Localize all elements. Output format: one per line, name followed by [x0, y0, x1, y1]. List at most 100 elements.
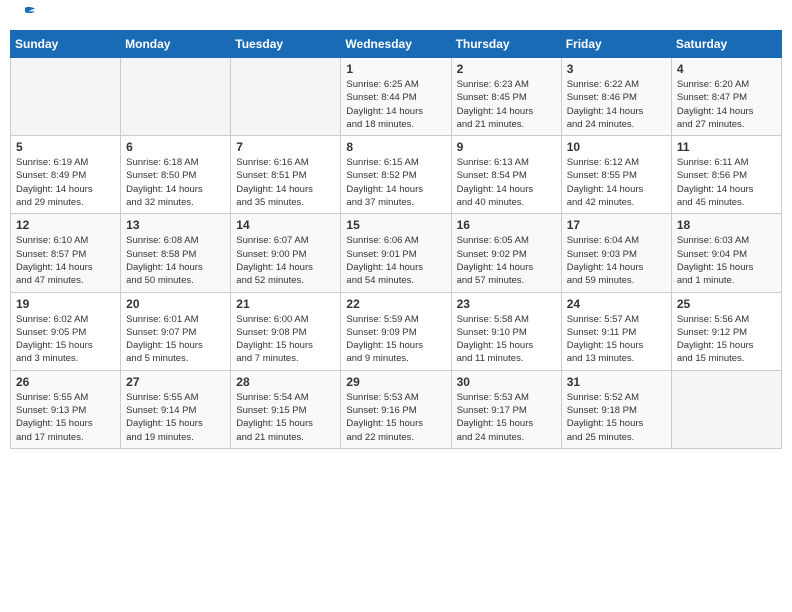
calendar-cell: 26 Sunrise: 5:55 AM Sunset: 9:13 PM Dayli… — [11, 370, 121, 448]
day-number: 1 — [346, 62, 445, 76]
header-cell-wednesday: Wednesday — [341, 31, 451, 58]
calendar-week-row: 19 Sunrise: 6:02 AM Sunset: 9:05 PM Dayli… — [11, 292, 782, 370]
calendar-cell: 5 Sunrise: 6:19 AM Sunset: 8:49 PM Daylig… — [11, 136, 121, 214]
day-number: 24 — [567, 297, 666, 311]
day-number: 29 — [346, 375, 445, 389]
calendar-cell: 3 Sunrise: 6:22 AM Sunset: 8:46 PM Daylig… — [561, 58, 671, 136]
calendar-cell: 8Sunrise: 6:15 AM Sunset: 8:52 PM Daylig… — [341, 136, 451, 214]
day-info: Sunrise: 6:22 AM Sunset: 8:46 PM Dayligh… — [567, 78, 666, 131]
logo-bird-icon — [15, 6, 35, 22]
calendar-cell — [671, 370, 781, 448]
day-number: 3 — [567, 62, 666, 76]
calendar-cell: 6 Sunrise: 6:18 AM Sunset: 8:50 PM Daylig… — [121, 136, 231, 214]
calendar-cell: 2 Sunrise: 6:23 AM Sunset: 8:45 PM Daylig… — [451, 58, 561, 136]
day-info: Sunrise: 6:16 AM Sunset: 8:51 PM Dayligh… — [236, 156, 335, 209]
day-info: Sunrise: 5:57 AM Sunset: 9:11 PM Dayligh… — [567, 313, 666, 366]
day-info: Sunrise: 5:53 AM Sunset: 9:16 PM Dayligh… — [346, 391, 445, 444]
day-number: 8 — [346, 140, 445, 154]
day-number: 13 — [126, 218, 225, 232]
calendar-cell: 25 Sunrise: 5:56 AM Sunset: 9:12 PM Dayli… — [671, 292, 781, 370]
day-info: Sunrise: 6:25 AM Sunset: 8:44 PM Dayligh… — [346, 78, 445, 131]
calendar-cell: 14 Sunrise: 6:07 AM Sunset: 9:00 PM Dayli… — [231, 214, 341, 292]
day-info: Sunrise: 6:08 AM Sunset: 8:58 PM Dayligh… — [126, 234, 225, 287]
day-number: 10 — [567, 140, 666, 154]
calendar-cell: 27 Sunrise: 5:55 AM Sunset: 9:14 PM Dayli… — [121, 370, 231, 448]
calendar-cell: 18 Sunrise: 6:03 AM Sunset: 9:04 PM Dayli… — [671, 214, 781, 292]
day-info: Sunrise: 6:23 AM Sunset: 8:45 PM Dayligh… — [457, 78, 556, 131]
calendar-cell: 17 Sunrise: 6:04 AM Sunset: 9:03 PM Dayli… — [561, 214, 671, 292]
header-cell-thursday: Thursday — [451, 31, 561, 58]
header-cell-friday: Friday — [561, 31, 671, 58]
calendar-cell: 28 Sunrise: 5:54 AM Sunset: 9:15 PM Dayli… — [231, 370, 341, 448]
day-info: Sunrise: 6:04 AM Sunset: 9:03 PM Dayligh… — [567, 234, 666, 287]
day-info: Sunrise: 5:59 AM Sunset: 9:09 PM Dayligh… — [346, 313, 445, 366]
day-number: 22 — [346, 297, 445, 311]
calendar-cell — [11, 58, 121, 136]
day-number: 6 — [126, 140, 225, 154]
header-cell-saturday: Saturday — [671, 31, 781, 58]
calendar-cell: 12Sunrise: 6:10 AM Sunset: 8:57 PM Dayli… — [11, 214, 121, 292]
calendar-cell: 22 Sunrise: 5:59 AM Sunset: 9:09 PM Dayli… — [341, 292, 451, 370]
day-number: 19 — [16, 297, 115, 311]
header-cell-sunday: Sunday — [11, 31, 121, 58]
calendar-week-row: 1 Sunrise: 6:25 AM Sunset: 8:44 PM Daylig… — [11, 58, 782, 136]
calendar-week-row: 5 Sunrise: 6:19 AM Sunset: 8:49 PM Daylig… — [11, 136, 782, 214]
calendar-header-row: SundayMondayTuesdayWednesdayThursdayFrid… — [11, 31, 782, 58]
day-number: 21 — [236, 297, 335, 311]
day-number: 5 — [16, 140, 115, 154]
calendar-cell: 23 Sunrise: 5:58 AM Sunset: 9:10 PM Dayli… — [451, 292, 561, 370]
day-info: Sunrise: 6:10 AM Sunset: 8:57 PM Dayligh… — [16, 234, 115, 287]
day-number: 26 — [16, 375, 115, 389]
day-number: 23 — [457, 297, 556, 311]
calendar-cell: 1 Sunrise: 6:25 AM Sunset: 8:44 PM Daylig… — [341, 58, 451, 136]
day-number: 31 — [567, 375, 666, 389]
day-info: Sunrise: 5:58 AM Sunset: 9:10 PM Dayligh… — [457, 313, 556, 366]
calendar-cell — [121, 58, 231, 136]
day-info: Sunrise: 6:11 AM Sunset: 8:56 PM Dayligh… — [677, 156, 776, 209]
day-info: Sunrise: 6:02 AM Sunset: 9:05 PM Dayligh… — [16, 313, 115, 366]
day-info: Sunrise: 5:54 AM Sunset: 9:15 PM Dayligh… — [236, 391, 335, 444]
day-number: 15 — [346, 218, 445, 232]
calendar-week-row: 12Sunrise: 6:10 AM Sunset: 8:57 PM Dayli… — [11, 214, 782, 292]
day-info: Sunrise: 5:55 AM Sunset: 9:14 PM Dayligh… — [126, 391, 225, 444]
day-number: 17 — [567, 218, 666, 232]
day-number: 14 — [236, 218, 335, 232]
calendar-cell: 10 Sunrise: 6:12 AM Sunset: 8:55 PM Dayli… — [561, 136, 671, 214]
day-info: Sunrise: 6:05 AM Sunset: 9:02 PM Dayligh… — [457, 234, 556, 287]
calendar-cell: 24 Sunrise: 5:57 AM Sunset: 9:11 PM Dayli… — [561, 292, 671, 370]
page-header — [10, 10, 782, 22]
day-number: 30 — [457, 375, 556, 389]
calendar-cell: 11Sunrise: 6:11 AM Sunset: 8:56 PM Dayli… — [671, 136, 781, 214]
day-info: Sunrise: 6:00 AM Sunset: 9:08 PM Dayligh… — [236, 313, 335, 366]
day-info: Sunrise: 5:53 AM Sunset: 9:17 PM Dayligh… — [457, 391, 556, 444]
calendar-cell: 16 Sunrise: 6:05 AM Sunset: 9:02 PM Dayli… — [451, 214, 561, 292]
day-number: 27 — [126, 375, 225, 389]
calendar-cell: 9Sunrise: 6:13 AM Sunset: 8:54 PM Daylig… — [451, 136, 561, 214]
header-cell-monday: Monday — [121, 31, 231, 58]
day-number: 16 — [457, 218, 556, 232]
calendar-cell: 4Sunrise: 6:20 AM Sunset: 8:47 PM Daylig… — [671, 58, 781, 136]
day-info: Sunrise: 5:55 AM Sunset: 9:13 PM Dayligh… — [16, 391, 115, 444]
day-number: 4 — [677, 62, 776, 76]
calendar-cell: 13 Sunrise: 6:08 AM Sunset: 8:58 PM Dayli… — [121, 214, 231, 292]
calendar-cell: 21 Sunrise: 6:00 AM Sunset: 9:08 PM Dayli… — [231, 292, 341, 370]
day-info: Sunrise: 5:52 AM Sunset: 9:18 PM Dayligh… — [567, 391, 666, 444]
day-info: Sunrise: 6:18 AM Sunset: 8:50 PM Dayligh… — [126, 156, 225, 209]
day-number: 18 — [677, 218, 776, 232]
day-number: 28 — [236, 375, 335, 389]
day-info: Sunrise: 6:01 AM Sunset: 9:07 PM Dayligh… — [126, 313, 225, 366]
day-info: Sunrise: 6:07 AM Sunset: 9:00 PM Dayligh… — [236, 234, 335, 287]
day-info: Sunrise: 6:13 AM Sunset: 8:54 PM Dayligh… — [457, 156, 556, 209]
calendar-cell: 15 Sunrise: 6:06 AM Sunset: 9:01 PM Dayli… — [341, 214, 451, 292]
day-info: Sunrise: 6:06 AM Sunset: 9:01 PM Dayligh… — [346, 234, 445, 287]
header-cell-tuesday: Tuesday — [231, 31, 341, 58]
calendar-week-row: 26 Sunrise: 5:55 AM Sunset: 9:13 PM Dayli… — [11, 370, 782, 448]
day-number: 25 — [677, 297, 776, 311]
day-info: Sunrise: 6:12 AM Sunset: 8:55 PM Dayligh… — [567, 156, 666, 209]
calendar-cell: 31 Sunrise: 5:52 AM Sunset: 9:18 PM Dayli… — [561, 370, 671, 448]
day-info: Sunrise: 6:03 AM Sunset: 9:04 PM Dayligh… — [677, 234, 776, 287]
calendar-cell: 29 Sunrise: 5:53 AM Sunset: 9:16 PM Dayli… — [341, 370, 451, 448]
day-info: Sunrise: 6:19 AM Sunset: 8:49 PM Dayligh… — [16, 156, 115, 209]
day-info: Sunrise: 5:56 AM Sunset: 9:12 PM Dayligh… — [677, 313, 776, 366]
day-number: 2 — [457, 62, 556, 76]
